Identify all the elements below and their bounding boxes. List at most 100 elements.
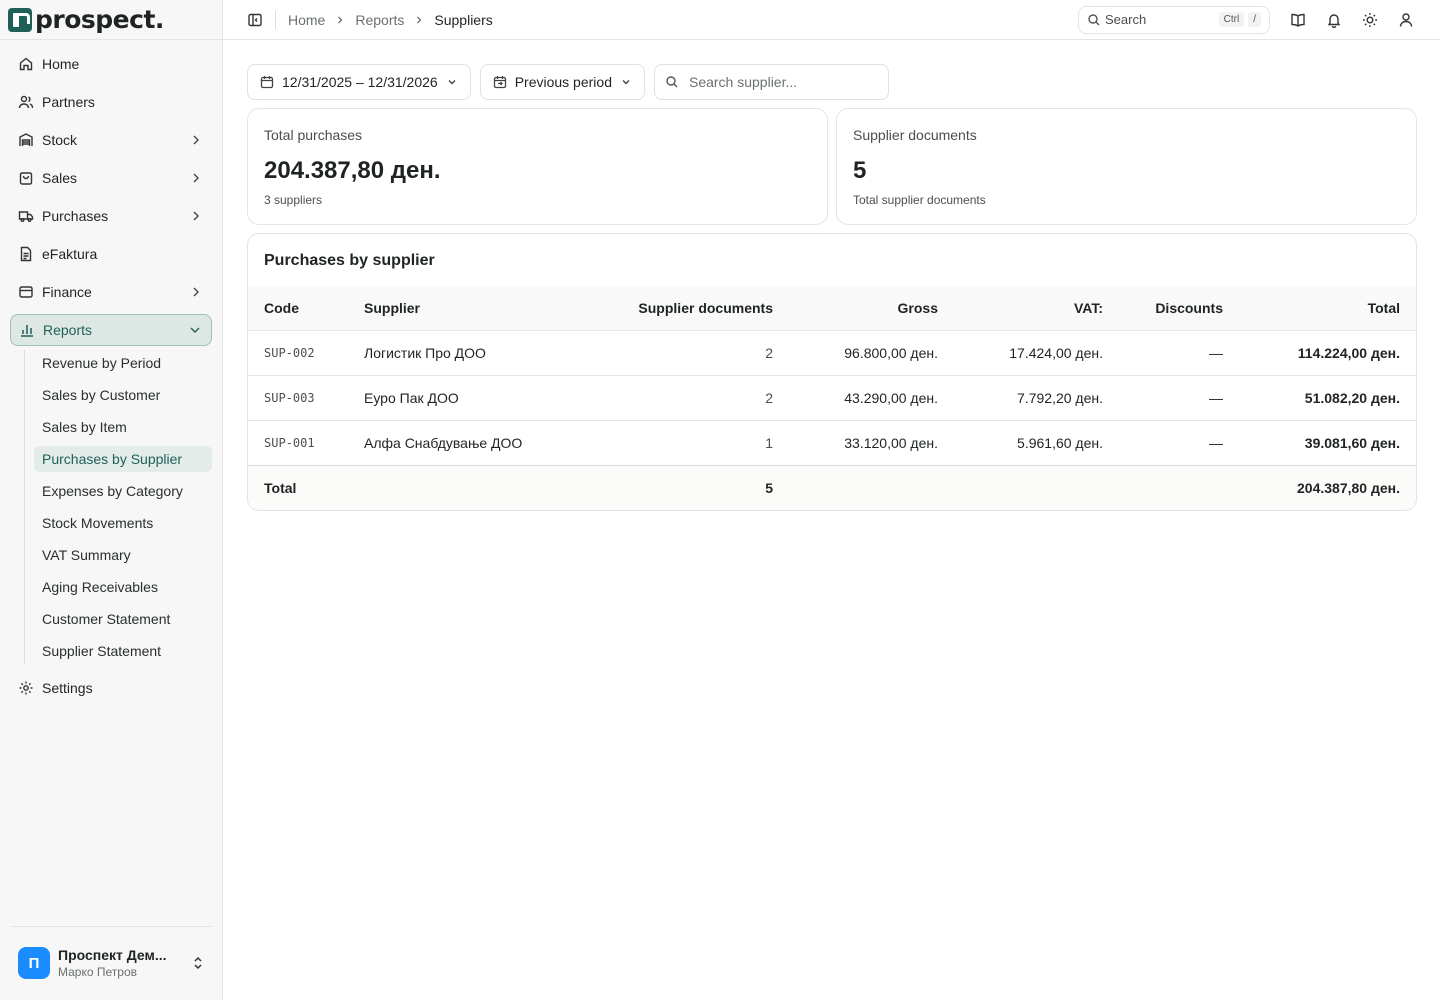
main-area: Home Reports Suppliers Search Ctrl / 12/… bbox=[223, 0, 1440, 1000]
total-label: Total bbox=[248, 464, 348, 510]
total-empty bbox=[348, 464, 609, 510]
table-title: Purchases by supplier bbox=[264, 252, 435, 269]
document-icon bbox=[18, 246, 34, 262]
subnav-sales-by-customer[interactable]: Sales by Customer bbox=[34, 382, 212, 408]
sidebar-item-sales[interactable]: Sales bbox=[10, 162, 212, 194]
cell-gross: 43.290,00 ден. bbox=[789, 374, 954, 420]
filter-bar: 12/31/2025 – 12/31/2026 Previous period bbox=[247, 64, 1417, 100]
col-supplier-documents[interactable]: Supplier documents bbox=[609, 286, 789, 330]
col-discounts[interactable]: Discounts bbox=[1119, 286, 1239, 330]
table-row[interactable]: SUP-003 Еуро Пак ДОО 2 43.290,00 ден. 7.… bbox=[248, 374, 1416, 420]
supplier-search-input[interactable]: Search supplier... bbox=[653, 64, 889, 100]
topbar-actions: Search Ctrl / bbox=[1078, 5, 1424, 34]
bell-icon[interactable] bbox=[1316, 6, 1352, 34]
subnav-purchases-by-supplier[interactable]: Purchases by Supplier bbox=[34, 446, 212, 472]
brand-name: prospect. bbox=[35, 5, 164, 34]
card-label: Supplier documents bbox=[853, 127, 977, 143]
col-code[interactable]: Code bbox=[248, 286, 348, 330]
sidebar-toggle-icon[interactable] bbox=[247, 12, 263, 28]
breadcrumb-reports[interactable]: Reports bbox=[355, 12, 404, 28]
cell-supplier: Логистик Про ДОО bbox=[348, 329, 609, 375]
brand-logo[interactable]: prospect. bbox=[0, 0, 222, 40]
report-content: 12/31/2025 – 12/31/2026 Previous period bbox=[223, 40, 1440, 511]
sidebar-item-label: Finance bbox=[42, 284, 92, 300]
sidebar-nav: Home Partners Stock Sales Purchases eFak… bbox=[0, 40, 222, 704]
subnav-expenses-by-category[interactable]: Expenses by Category bbox=[34, 478, 212, 504]
account-user: Марко Петров bbox=[58, 965, 137, 979]
cell-docs: 2 bbox=[609, 329, 789, 375]
cell-docs: 1 bbox=[609, 419, 789, 465]
table-total-row: Total 5 204.387,80 ден. bbox=[248, 464, 1416, 510]
user-icon[interactable] bbox=[1388, 6, 1424, 34]
sidebar-item-label: eFaktura bbox=[42, 246, 98, 262]
chevron-right-icon bbox=[188, 284, 204, 300]
sidebar-item-label: Reports bbox=[43, 322, 93, 338]
search-label: Search bbox=[1105, 12, 1147, 27]
subnav-vat-summary[interactable]: VAT Summary bbox=[34, 542, 212, 568]
global-search[interactable]: Search Ctrl / bbox=[1078, 5, 1270, 34]
sidebar-item-label: Settings bbox=[42, 680, 93, 696]
sun-icon[interactable] bbox=[1352, 6, 1388, 34]
sidebar-item-label: Stock bbox=[42, 132, 78, 148]
subnav-sales-by-item[interactable]: Sales by Item bbox=[34, 414, 212, 440]
chevron-right-icon bbox=[335, 15, 345, 25]
sidebar-item-partners[interactable]: Partners bbox=[10, 86, 212, 118]
sidebar-item-purchases[interactable]: Purchases bbox=[10, 200, 212, 232]
total-docs: 5 bbox=[609, 464, 789, 510]
account-switcher[interactable]: П Проспект Дем... Марко Петров bbox=[10, 926, 212, 979]
warehouse-icon bbox=[18, 132, 34, 148]
table-row[interactable]: SUP-002 Логистик Про ДОО 2 96.800,00 ден… bbox=[248, 329, 1416, 375]
logo-mark-icon bbox=[8, 7, 32, 32]
shortcut-ctrl: Ctrl bbox=[1218, 12, 1245, 27]
col-supplier[interactable]: Supplier bbox=[348, 286, 609, 330]
cell-supplier: Алфа Снабдување ДОО bbox=[348, 419, 609, 465]
purchases-table: Code Supplier Supplier documents Gross V… bbox=[248, 286, 1416, 510]
bar-chart-icon bbox=[19, 322, 35, 338]
col-vat[interactable]: VAT: bbox=[954, 286, 1119, 330]
sidebar-item-finance[interactable]: Finance bbox=[10, 276, 212, 308]
table-header-row: Code Supplier Supplier documents Gross V… bbox=[248, 286, 1416, 330]
subnav-stock-movements[interactable]: Stock Movements bbox=[34, 510, 212, 536]
sidebar-item-efaktura[interactable]: eFaktura bbox=[10, 238, 212, 270]
chevrons-up-down-icon bbox=[190, 955, 206, 971]
book-icon[interactable] bbox=[1280, 6, 1316, 34]
card-value: 204.387,80 ден. bbox=[264, 157, 441, 184]
topbar: Home Reports Suppliers Search Ctrl / bbox=[223, 0, 1440, 40]
card-subtitle: Total supplier documents bbox=[853, 193, 986, 207]
date-range-picker[interactable]: 12/31/2025 – 12/31/2026 bbox=[247, 64, 471, 100]
sidebar-item-settings[interactable]: Settings bbox=[10, 672, 212, 704]
sidebar-item-reports[interactable]: Reports bbox=[10, 314, 212, 346]
total-empty bbox=[954, 464, 1119, 510]
breadcrumb-home[interactable]: Home bbox=[288, 12, 325, 28]
table-row[interactable]: SUP-001 Алфа Снабдување ДОО 1 33.120,00 … bbox=[248, 419, 1416, 465]
cell-discounts: — bbox=[1119, 329, 1239, 375]
col-total[interactable]: Total bbox=[1239, 286, 1416, 330]
cell-vat: 17.424,00 ден. bbox=[954, 329, 1119, 375]
col-gross[interactable]: Gross bbox=[789, 286, 954, 330]
calendar-compare-icon bbox=[493, 75, 507, 89]
account-name: Проспект Дем... bbox=[58, 947, 167, 963]
sidebar-item-label: Partners bbox=[42, 94, 95, 110]
cell-code: SUP-002 bbox=[248, 329, 348, 375]
breadcrumb: Home Reports Suppliers bbox=[288, 12, 493, 28]
sidebar-item-home[interactable]: Home bbox=[10, 48, 212, 80]
total-purchases-card: Total purchases 204.387,80 ден. 3 suppli… bbox=[247, 108, 828, 225]
subnav-customer-statement[interactable]: Customer Statement bbox=[34, 606, 212, 632]
sidebar-item-stock[interactable]: Stock bbox=[10, 124, 212, 156]
subnav-revenue-by-period[interactable]: Revenue by Period bbox=[34, 350, 212, 376]
home-icon bbox=[18, 56, 34, 72]
shopping-bag-icon bbox=[18, 170, 34, 186]
cell-code: SUP-003 bbox=[248, 374, 348, 420]
card-label: Total purchases bbox=[264, 127, 363, 143]
cell-gross: 33.120,00 ден. bbox=[789, 419, 954, 465]
subnav-aging-receivables[interactable]: Aging Receivables bbox=[34, 574, 212, 600]
total-empty bbox=[1119, 464, 1239, 510]
chevron-down-icon bbox=[446, 76, 458, 88]
truck-icon bbox=[18, 208, 34, 224]
supplier-documents-card: Supplier documents 5 Total supplier docu… bbox=[836, 108, 1417, 225]
sidebar-item-label: Home bbox=[42, 56, 80, 72]
cell-total: 51.082,20 ден. bbox=[1239, 374, 1416, 420]
chevron-right-icon bbox=[188, 132, 204, 148]
subnav-supplier-statement[interactable]: Supplier Statement bbox=[34, 638, 212, 664]
compare-period-select[interactable]: Previous period bbox=[479, 64, 645, 100]
